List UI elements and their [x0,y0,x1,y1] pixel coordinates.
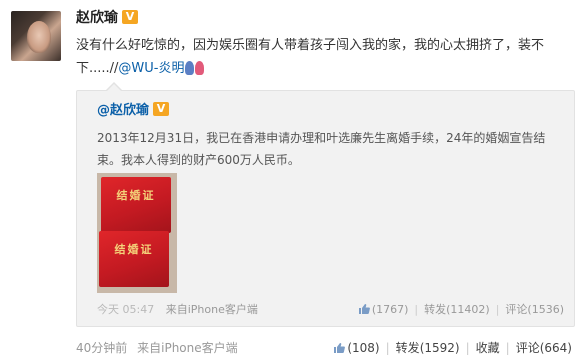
reposted-card: @赵欣瑜 V 2013年12月31日，我已在香港申请办理和叶选廉先生离婚手续，24… [76,90,575,327]
repost-label: 转发 [395,341,420,355]
post-actions: (108) | 转发(1592) | 收藏 | 评论(664) [333,338,572,358]
repost-like-button[interactable]: (1767) [358,303,409,316]
certificate-title-bottom: 结婚证 [114,243,154,256]
divider: | [414,303,419,316]
comment-count: (664) [539,341,572,355]
post-source-link[interactable]: iPhone客户端 [161,341,238,355]
repost-like-count: (1767) [371,303,409,316]
couple-emoji-icon [184,59,206,75]
mention-link[interactable]: @WU-炎明 [118,61,184,76]
favorite-button[interactable]: 收藏 [476,341,500,355]
repost-footer: 今天 05:47 来自iPhone客户端 (1767) | 转发(11402) | 评论… [97,301,564,319]
repost-comment-label: 评论 [505,303,528,316]
divider: | [385,341,390,355]
repost-repost-label: 转发 [424,303,447,316]
divider: | [505,341,510,355]
post-source-prefix: 来自 [137,341,162,355]
marriage-certificate-photo[interactable]: 结婚证 结婚证 [97,173,177,293]
repost-actions: (1767) | 转发(11402) | 评论(1536) [358,301,564,319]
divider: | [495,303,500,316]
repost-pointer-inner [107,84,121,91]
like-count: (108) [347,341,380,355]
repost-text: 2013年12月31日，我已在香港申请办理和叶选廉先生离婚手续，24年的婚姻宣告… [97,131,546,167]
repost-author-name[interactable]: @赵欣瑜 [97,103,149,118]
verified-badge-icon: V [122,10,138,24]
repost-source-prefix: 来自 [165,303,188,316]
repost-author[interactable]: @赵欣瑜 V [97,101,170,121]
certificate-book-top: 结婚证 [101,177,171,233]
post-footer: 40分钟前 来自iPhone客户端 (108) | 转发(1592) | 收藏 | 评论(6… [76,338,572,358]
thumbs-up-icon [334,343,346,353]
certificate-book-bottom: 结婚证 [99,231,169,287]
repost-comment-count: (1536) [527,303,564,316]
post-author-name[interactable]: 赵欣瑜 [76,10,118,26]
repost-repost-button[interactable]: 转发(11402) [424,303,490,316]
repost-comment-button[interactable]: 评论(1536) [505,303,564,316]
post-time[interactable]: 40分钟前 [76,341,127,355]
repost-count: (1592) [419,341,460,355]
repost-repost-count: (11402) [446,303,490,316]
thumbs-up-icon [358,304,370,314]
avatar[interactable] [11,11,61,61]
repost-source-link[interactable]: iPhone客户端 [188,303,258,316]
divider: | [465,341,470,355]
post-text: 没有什么好吃惊的，因为娱乐圈有人带着孩子闯入我的家，我的心太拥挤了，装不下...… [76,34,576,80]
avatar-face [27,21,51,53]
certificate-title-top: 结婚证 [116,189,156,202]
like-button[interactable]: (108) [333,341,380,355]
post-author[interactable]: 赵欣瑜 V [76,8,138,28]
verified-badge-icon: V [153,102,170,116]
repost-time[interactable]: 今天 05:47 [97,303,154,316]
repost-button[interactable]: 转发(1592) [396,341,460,355]
comment-button[interactable]: 评论(664) [516,341,572,355]
comment-label: 评论 [515,341,540,355]
